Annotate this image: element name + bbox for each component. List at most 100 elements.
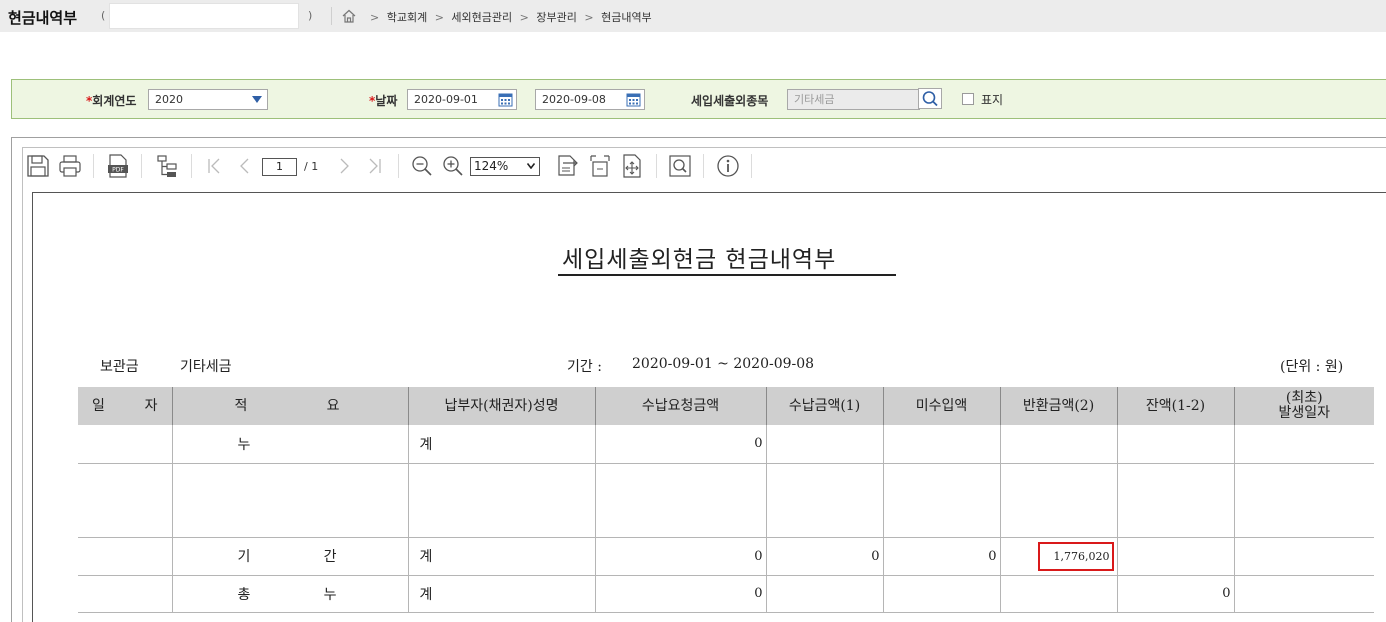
toolbar-divider <box>93 154 94 178</box>
table-row-period: 기간 계 0 0 0 1,776,020 <box>78 537 1374 575</box>
item-placeholder: 기타세금 <box>794 93 835 106</box>
col-payer: 납부자(채권자)성명 <box>408 387 596 425</box>
calendar-icon[interactable] <box>626 92 641 107</box>
toolbar-divider <box>656 154 657 178</box>
show-cover-checkbox[interactable] <box>962 93 974 105</box>
toolbar-divider <box>398 154 399 178</box>
save-icon[interactable] <box>26 153 50 179</box>
col-balance: 잔액(1-2) <box>1117 387 1235 425</box>
chevron-down-icon <box>252 96 262 103</box>
cell-request: 0 <box>595 425 767 463</box>
cell-received <box>766 463 884 537</box>
title-text-field[interactable] <box>109 3 299 29</box>
item-label: 세입세출외종목 <box>691 94 769 108</box>
breadcrumb-item-school-accounting[interactable]: 학교회계 <box>387 11 427 24</box>
cell-refund <box>1000 425 1118 463</box>
table-row-empty <box>78 463 1374 537</box>
col-unreceived: 미수입액 <box>883 387 1001 425</box>
find-icon[interactable] <box>668 153 692 179</box>
cell-request: 0 <box>595 537 767 575</box>
custody-label: 보관금 <box>100 359 139 375</box>
zoom-out-icon[interactable] <box>410 153 434 179</box>
print-icon[interactable] <box>58 153 82 179</box>
toolbar-divider <box>141 154 142 178</box>
col-first-date: (최초) 발생일자 <box>1234 387 1374 425</box>
cell-first-date <box>1234 425 1374 463</box>
col-received: 수납금액(1) <box>766 387 884 425</box>
table-row-total: 총누 계 0 0 <box>78 575 1374 612</box>
cell-request: 0 <box>595 575 767 612</box>
zoom-value: 124% <box>474 159 509 173</box>
year-label-text: 회계연도 <box>92 94 137 108</box>
cell-balance <box>1117 537 1235 575</box>
cell-payer: 계 <box>408 425 596 463</box>
paren-open: ( <box>101 9 106 22</box>
header-divider <box>331 7 332 25</box>
col-first-date-line1: (최초) <box>1285 390 1323 406</box>
ledger-table: 일자 적요 납부자(채권자)성명 수납요청금액 수납금액(1) 미수입액 반환금… <box>78 387 1374 613</box>
date-to-field[interactable]: 2020-09-08 <box>535 89 645 110</box>
col-date-char: 일 <box>92 397 105 414</box>
year-label: *회계연도 <box>86 92 136 109</box>
item-search-button[interactable] <box>918 88 942 109</box>
cell-payer: 계 <box>408 575 596 612</box>
breadcrumb-item-ledger[interactable]: 장부관리 <box>536 11 576 24</box>
next-page-icon[interactable] <box>332 153 356 179</box>
date-label: *날짜 <box>369 92 397 109</box>
breadcrumb-item-cash-ledger: 현금내역부 <box>601 11 652 24</box>
zoom-select[interactable]: 124% <box>470 157 540 176</box>
col-request: 수납요청금액 <box>595 387 767 425</box>
zoom-in-icon[interactable] <box>441 153 465 179</box>
period-label: 기간 : <box>567 359 602 375</box>
pdf-icon[interactable]: PDF <box>106 153 130 179</box>
paren-close: ) <box>308 9 313 22</box>
ledger-header-row: 일자 적요 납부자(채권자)성명 수납요청금액 수납금액(1) 미수입액 반환금… <box>78 387 1374 425</box>
breadcrumb: > 학교회계 > 세외현금관리 > 장부관리 > 현금내역부 <box>366 9 652 25</box>
summary-char: 총 <box>237 586 251 603</box>
col-first-date-line2: 발생일자 <box>1278 405 1331 421</box>
last-page-icon[interactable] <box>362 153 386 179</box>
date-from-field[interactable]: 2020-09-01 <box>407 89 517 110</box>
page-title: 현금내역부 <box>8 9 78 27</box>
info-icon[interactable] <box>716 153 740 179</box>
cell-unreceived: 0 <box>883 537 1001 575</box>
date-to-value: 2020-09-08 <box>542 93 606 106</box>
item-input[interactable]: 기타세금 <box>787 89 920 110</box>
unit-label: (단위 : 원) <box>1280 359 1344 375</box>
col-summary-char: 요 <box>326 397 340 414</box>
toolbar-divider <box>191 154 192 178</box>
fit-height-icon[interactable] <box>588 153 612 179</box>
cell-date <box>78 537 173 575</box>
fiscal-year-select[interactable]: 2020 <box>148 89 268 110</box>
cell-first-date <box>1234 463 1374 537</box>
first-page-icon[interactable] <box>203 153 227 179</box>
search-icon <box>922 91 938 107</box>
cell-unreceived <box>883 575 1001 612</box>
prev-page-icon[interactable] <box>233 153 257 179</box>
cell-first-date <box>1234 537 1374 575</box>
summary-suffix: 계 <box>419 586 433 603</box>
chevron-down-icon <box>527 163 535 169</box>
cell-request <box>595 463 767 537</box>
calendar-icon[interactable] <box>498 92 513 107</box>
home-icon[interactable] <box>341 8 357 24</box>
cell-summary: 기간 <box>172 537 409 575</box>
fit-width-icon[interactable] <box>556 153 580 179</box>
breadcrumb-separator: > <box>370 11 380 24</box>
date-from-value: 2020-09-01 <box>414 93 478 106</box>
breadcrumb-separator: > <box>519 11 529 24</box>
page-number-input[interactable]: 1 <box>262 158 297 176</box>
date-label-text: 날짜 <box>375 94 398 108</box>
fiscal-year-value: 2020 <box>155 93 183 106</box>
cell-balance <box>1117 425 1235 463</box>
summary-char: 누 <box>323 586 337 603</box>
col-summary-char: 적 <box>234 397 248 414</box>
fit-page-icon[interactable] <box>620 153 644 179</box>
tree-icon[interactable] <box>155 153 179 179</box>
breadcrumb-item-extra-cash[interactable]: 세외현금관리 <box>451 11 512 24</box>
period-value: 2020-09-01 ~ 2020-09-08 <box>632 356 815 372</box>
cell-date <box>78 463 173 537</box>
search-panel: *회계연도 2020 *날짜 2020-09-01 2020-09-08 세입세… <box>11 79 1386 119</box>
col-date-char: 자 <box>144 397 158 414</box>
summary-char: 누 <box>237 436 251 453</box>
